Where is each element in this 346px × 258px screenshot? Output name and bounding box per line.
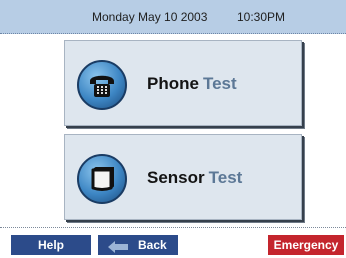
sensor-test-label: Sensor Test [147,168,243,187]
help-button[interactable]: Help [11,235,91,255]
date-display: Monday May 10 2003 [92,10,208,24]
emergency-label: Emergency [273,238,339,252]
footer-divider [0,227,346,228]
arrow-left-icon [108,239,128,258]
telephone-icon [77,60,127,110]
back-label: Back [138,238,167,252]
phone-test-button[interactable]: Phone Test [64,40,302,126]
back-button[interactable]: Back [98,235,178,255]
sensor-icon [77,154,127,204]
time-display: 10:30PM [237,10,286,24]
phone-test-label: Phone Test [147,74,237,93]
help-label: Help [37,238,64,252]
status-bar: Monday May 10 2003 10:30PM [0,0,346,34]
emergency-button[interactable]: Emergency [268,235,344,255]
sensor-test-button[interactable]: Sensor Test [64,134,302,220]
